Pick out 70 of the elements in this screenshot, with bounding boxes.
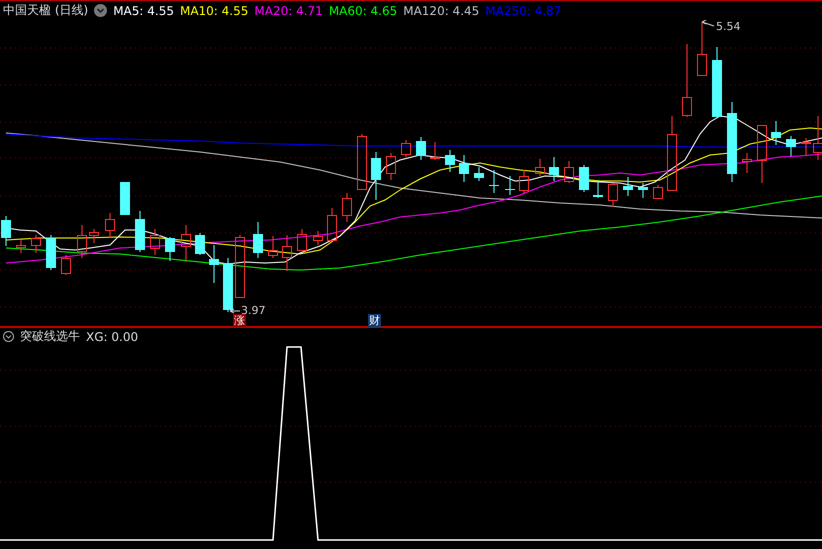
candlestick bbox=[593, 180, 603, 198]
candlestick bbox=[181, 224, 191, 262]
dropdown-icon[interactable] bbox=[94, 4, 108, 17]
candlestick bbox=[771, 120, 781, 146]
candlestick bbox=[697, 22, 707, 76]
candlestick bbox=[459, 154, 469, 182]
collapse-icon[interactable] bbox=[3, 331, 14, 342]
moving-average-value: MA20: 4.71 bbox=[254, 4, 323, 18]
candlestick bbox=[549, 156, 559, 182]
candlestick bbox=[235, 234, 245, 298]
candlestick bbox=[757, 124, 767, 184]
candlestick bbox=[46, 234, 56, 270]
candlestick bbox=[786, 136, 796, 156]
candlestick bbox=[416, 136, 426, 160]
candlestick bbox=[401, 140, 411, 158]
pointer-icon bbox=[702, 20, 714, 26]
candlestick bbox=[813, 116, 822, 160]
pointer-icon bbox=[230, 308, 240, 314]
candlestick bbox=[105, 212, 115, 238]
candlestick bbox=[223, 258, 233, 312]
candlestick bbox=[209, 244, 219, 284]
moving-average-value: MA120: 4.45 bbox=[403, 4, 480, 18]
candlestick bbox=[31, 234, 41, 254]
candlestick bbox=[77, 224, 87, 258]
candlestick bbox=[371, 152, 381, 200]
candlestick bbox=[489, 170, 499, 194]
candlestick bbox=[445, 150, 455, 172]
candlestick bbox=[327, 208, 337, 241]
candlestick bbox=[253, 222, 263, 258]
candlestick bbox=[150, 228, 160, 256]
moving-average-value: MA10: 4.55 bbox=[180, 4, 248, 18]
candlestick bbox=[505, 176, 515, 196]
candlestick bbox=[313, 230, 323, 246]
candlestick bbox=[357, 134, 367, 190]
candlestick bbox=[297, 228, 307, 251]
candlestick bbox=[623, 176, 633, 196]
indicator-title: 突破线选牛 bbox=[20, 328, 80, 345]
candlestick bbox=[16, 240, 26, 254]
candlestick bbox=[342, 192, 352, 222]
candlestick bbox=[386, 152, 396, 180]
candlestick bbox=[195, 232, 205, 256]
indicator-value: XG: 0.00 bbox=[86, 330, 138, 344]
candlestick bbox=[608, 182, 618, 208]
moving-average-value: MA60: 4.65 bbox=[328, 4, 398, 18]
event-badge[interactable]: 财 bbox=[368, 314, 381, 327]
candlestick bbox=[564, 160, 574, 184]
candlestick bbox=[135, 210, 145, 252]
moving-average-value: MA250: 4.87 bbox=[485, 4, 562, 18]
candlestick bbox=[120, 182, 130, 216]
candlestick bbox=[268, 236, 278, 258]
candlestick bbox=[653, 184, 663, 199]
high-price-label: 5.54 bbox=[716, 21, 740, 33]
low-price-label: 3.97 bbox=[241, 305, 266, 317]
candlestick bbox=[282, 234, 292, 272]
moving-average-value: MA5: 4.55 bbox=[113, 4, 174, 18]
stock-title: 中国天楹 (日线) bbox=[3, 2, 88, 19]
candlestick bbox=[165, 236, 175, 262]
candlestick bbox=[89, 228, 99, 244]
candlestick bbox=[519, 170, 529, 194]
candlestick bbox=[801, 138, 811, 156]
candlestick bbox=[742, 152, 752, 174]
candlestick bbox=[1, 216, 11, 246]
event-badge[interactable]: 涨 bbox=[233, 314, 246, 327]
candlestick bbox=[579, 164, 589, 192]
candlestick bbox=[61, 254, 71, 276]
candlestick bbox=[535, 158, 545, 176]
candlestick bbox=[638, 182, 648, 198]
candlestick bbox=[474, 166, 484, 182]
candlestick bbox=[430, 142, 440, 160]
candlestick bbox=[712, 46, 722, 118]
